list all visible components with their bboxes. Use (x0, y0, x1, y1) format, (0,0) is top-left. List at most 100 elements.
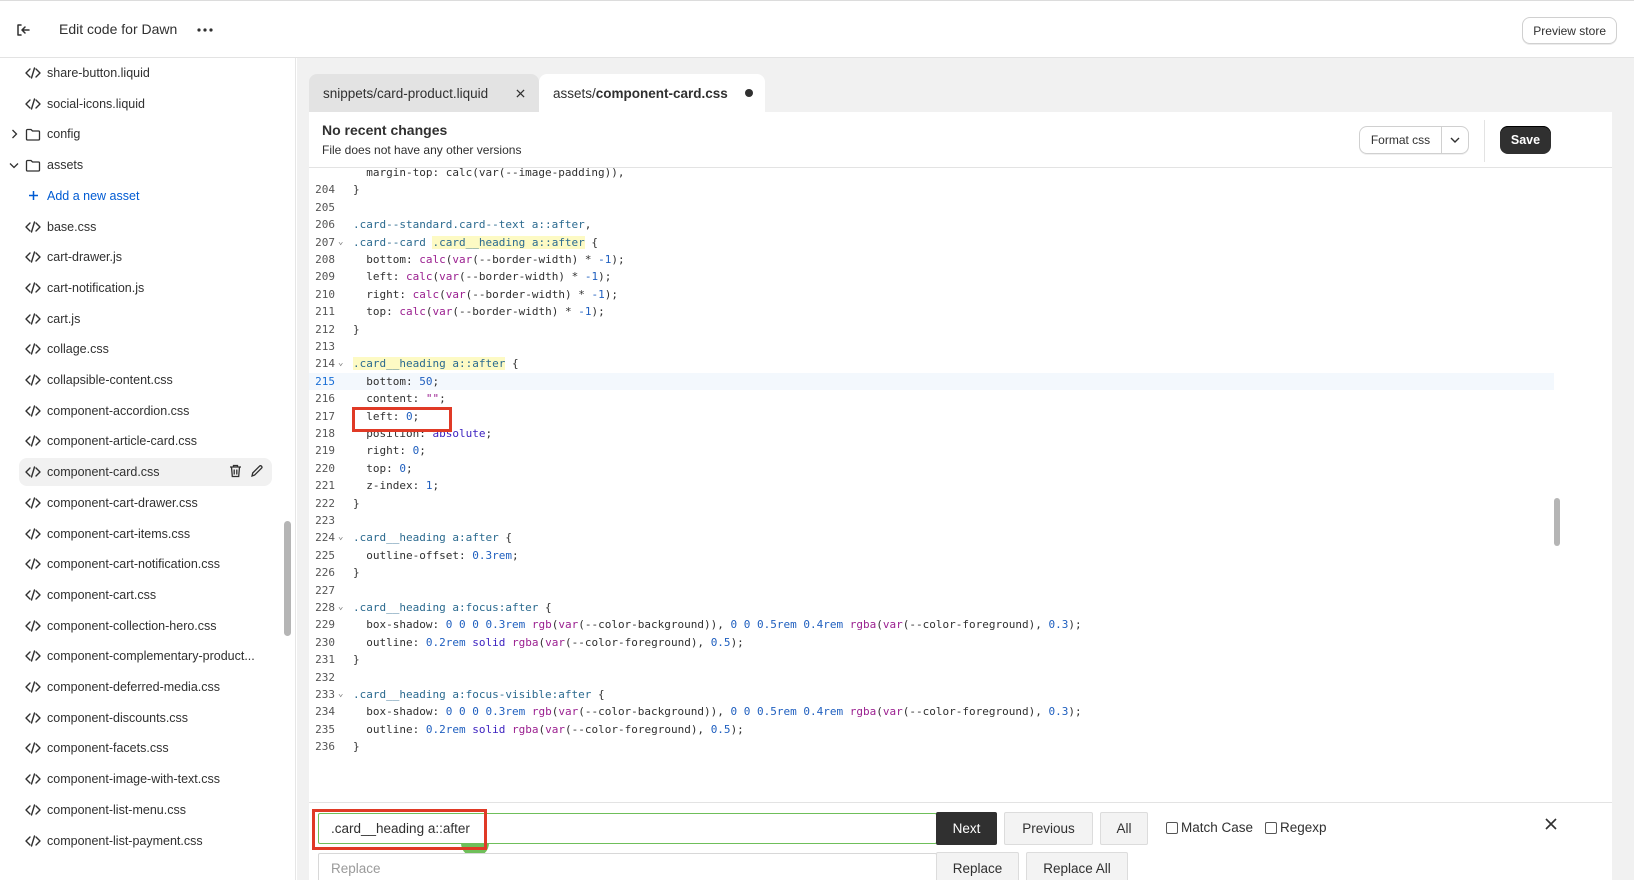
code-line[interactable]: 218 position: absolute; (309, 425, 1554, 442)
chevron-right-icon[interactable] (8, 128, 20, 140)
code-line[interactable]: 213 (309, 338, 1554, 355)
code-line[interactable]: 208 bottom: calc(var(--border-width) * -… (309, 251, 1554, 268)
sidebar-file-component-cart-drawer-css[interactable]: component-cart-drawer.css (0, 489, 272, 517)
sidebar-item-label: Add a new asset (47, 188, 140, 203)
code-line[interactable]: 230 outline: 0.2rem solid rgba(var(--col… (309, 634, 1554, 651)
code-line[interactable]: 206 .card--standard.card--text a::after, (309, 216, 1554, 233)
sidebar-file-base-css[interactable]: base.css (0, 213, 272, 241)
tab-component-card-css[interactable]: assets/component-card.css (539, 74, 765, 112)
code-line[interactable]: 234 box-shadow: 0 0 0 0.3rem rgb(var(--c… (309, 703, 1554, 720)
fold-chevron-icon[interactable]: ⌄ (338, 355, 343, 372)
code-line[interactable]: 205 (309, 199, 1554, 216)
sidebar-file-component-complementary-product[interactable]: component-complementary-product... (0, 642, 272, 670)
code-line[interactable]: 231} (309, 651, 1554, 668)
replace-button[interactable]: Replace (936, 852, 1019, 880)
close-tab-icon[interactable] (511, 84, 529, 102)
code-line[interactable]: 212} (309, 321, 1554, 338)
line-number: 206 (315, 218, 335, 232)
code-line[interactable]: 223 (309, 512, 1554, 529)
sidebar-file-component-accordion-css[interactable]: component-accordion.css (0, 397, 272, 425)
code-scrollbar[interactable] (1554, 498, 1560, 546)
sidebar-file-component-cart-items-css[interactable]: component-cart-items.css (0, 520, 272, 548)
code-line[interactable]: 227 (309, 582, 1554, 599)
sidebar-file-share-button-liquid[interactable]: share-button.liquid (0, 59, 272, 87)
fold-chevron-icon[interactable]: ⌄ (338, 234, 343, 251)
tab-card-product-liquid[interactable]: snippets/card-product.liquid (309, 74, 539, 112)
sidebar-file-component-collection-hero-css[interactable]: component-collection-hero.css (0, 612, 272, 640)
sidebar-file-cart-drawer-js[interactable]: cart-drawer.js (0, 243, 272, 271)
code-line[interactable]: 221 z-index: 1; (309, 477, 1554, 494)
match-case-checkbox[interactable]: Match Case (1166, 820, 1253, 835)
format-css-button[interactable]: Format css (1360, 127, 1442, 153)
exit-icon[interactable] (12, 19, 34, 41)
code-line[interactable]: 217 left: 0; (309, 408, 1554, 425)
code-line[interactable]: 207 ⌄ .card--card .card__heading a::after … (309, 234, 1554, 251)
sidebar-file-component-card-css[interactable]: component-card.css (19, 458, 272, 487)
code-line[interactable]: 232 (309, 669, 1554, 686)
code-line[interactable]: 204} (309, 181, 1554, 198)
sidebar-folder-config[interactable]: config (0, 120, 272, 148)
trash-icon[interactable] (229, 464, 242, 481)
code-line[interactable]: 214 ⌄ .card__heading a::after { (309, 355, 1554, 372)
match-case-box[interactable] (1166, 821, 1178, 834)
code-line[interactable]: 225 outline-offset: 0.3rem; (309, 547, 1554, 564)
fold-chevron-icon[interactable]: ⌄ (338, 686, 343, 703)
close-search-icon[interactable] (1542, 815, 1560, 833)
line-number: 212 (315, 322, 335, 336)
code-line[interactable]: 236} (309, 738, 1554, 755)
sidebar-file-component-deferred-media-css[interactable]: component-deferred-media.css (0, 673, 272, 701)
code-line[interactable]: 228 ⌄ .card__heading a:focus:after { (309, 599, 1554, 616)
sidebar-file-social-icons-liquid[interactable]: social-icons.liquid (0, 90, 272, 118)
code-file-icon (24, 772, 42, 786)
sidebar-scrollbar[interactable] (284, 521, 291, 636)
sidebar-file-collapsible-content-css[interactable]: collapsible-content.css (0, 366, 272, 394)
chevron-down-icon[interactable] (1442, 127, 1468, 153)
code-line[interactable]: 209 left: calc(var(--border-width) * -1)… (309, 268, 1554, 285)
preview-store-button[interactable]: Preview store (1522, 17, 1617, 44)
sidebar-file-component-cart-notification-css[interactable]: component-cart-notification.css (0, 550, 272, 578)
sidebar-file-cart-js[interactable]: cart.js (0, 305, 272, 333)
find-next-button[interactable]: Next (936, 812, 997, 845)
code-line[interactable]: 226} (309, 564, 1554, 581)
sidebar-file-component-image-with-text-css[interactable]: component-image-with-text.css (0, 765, 272, 793)
fold-chevron-icon[interactable]: ⌄ (338, 529, 343, 546)
sidebar-file-component-list-menu-css[interactable]: component-list-menu.css (0, 796, 272, 824)
code-line[interactable]: 220 top: 0; (309, 460, 1554, 477)
sidebar-folder-assets[interactable]: assets (0, 151, 272, 179)
code-line[interactable]: 210 right: calc(var(--border-width) * -1… (309, 286, 1554, 303)
replace-all-button[interactable]: Replace All (1026, 852, 1128, 880)
find-previous-button[interactable]: Previous (1004, 812, 1093, 845)
code-line[interactable]: 216 content: ""; (309, 390, 1554, 407)
sidebar-file-component-discounts-css[interactable]: component-discounts.css (0, 704, 272, 732)
replace-input[interactable] (318, 853, 937, 880)
find-all-button[interactable]: All (1100, 812, 1148, 845)
regexp-checkbox[interactable]: Regexp (1265, 820, 1327, 835)
top-bar: Edit code for Dawn Preview store (0, 0, 1634, 58)
sidebar-file-component-article-card-css[interactable]: component-article-card.css (0, 427, 272, 455)
chevron-down-icon[interactable] (8, 159, 20, 171)
code-line[interactable]: 219 right: 0; (309, 442, 1554, 459)
sidebar-file-component-list-payment-css[interactable]: component-list-payment.css (0, 827, 272, 855)
pencil-icon[interactable] (250, 464, 264, 481)
code-line[interactable]: 229 box-shadow: 0 0 0 0.3rem rgb(var(--c… (309, 616, 1554, 633)
code-line[interactable]: 224 ⌄ .card__heading a:after { (309, 529, 1554, 546)
code-line[interactable]: 211 top: calc(var(--border-width) * -1); (309, 303, 1554, 320)
sidebar-file-cart-notification-js[interactable]: cart-notification.js (0, 274, 272, 302)
code-line[interactable]: 233 ⌄ .card__heading a:focus-visible:after… (309, 686, 1554, 703)
sidebar-file-component-cart-css[interactable]: component-cart.css (0, 581, 272, 609)
code-editor[interactable]: margin-top: calc(var(--image-padding)), 2… (309, 168, 1612, 808)
format-css-button-group: Format css (1359, 126, 1469, 154)
add-asset-add-a-new-asset[interactable]: Add a new asset (0, 182, 272, 210)
sidebar-file-component-facets-css[interactable]: component-facets.css (0, 734, 272, 762)
save-button[interactable]: Save (1500, 126, 1551, 154)
fold-chevron-icon[interactable]: ⌄ (338, 599, 343, 616)
code-line[interactable]: 215 bottom: 50; (309, 372, 1554, 391)
more-actions-icon[interactable] (194, 19, 216, 41)
regexp-box[interactable] (1265, 821, 1277, 834)
sidebar-file-collage-css[interactable]: collage.css (0, 335, 272, 363)
code-line[interactable]: 222} (309, 495, 1554, 512)
code-line[interactable]: margin-top: calc(var(--image-padding)), (309, 168, 1554, 181)
code-line[interactable]: 235 outline: 0.2rem solid rgba(var(--col… (309, 721, 1554, 738)
sidebar-item-label: component-facets.css (47, 741, 169, 756)
code-text: } (353, 496, 360, 510)
